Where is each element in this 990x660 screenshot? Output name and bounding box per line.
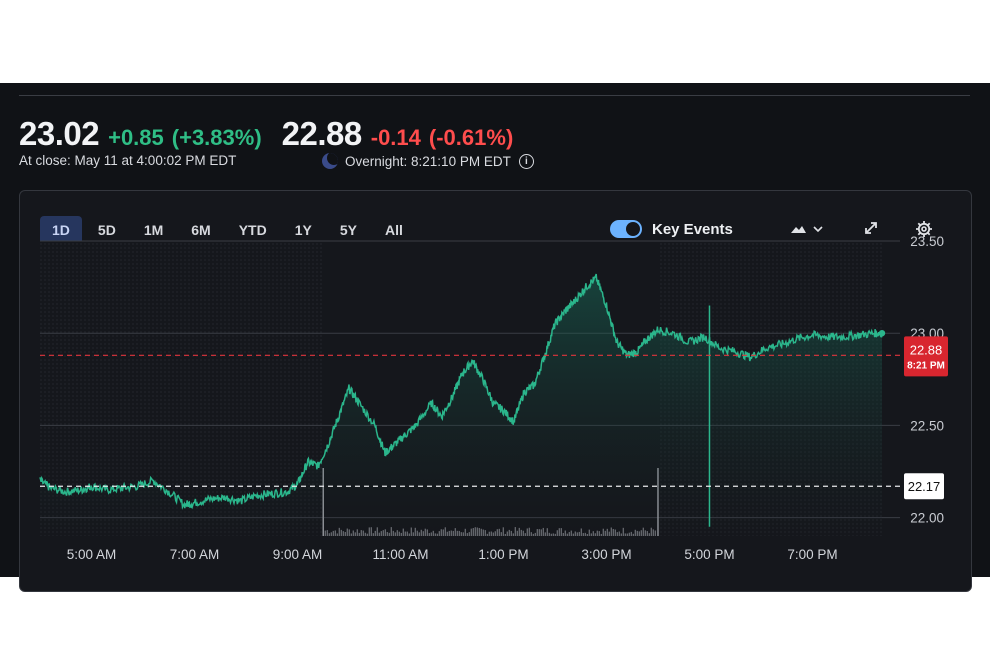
overnight-change: -0.14 — [370, 125, 421, 150]
y-tick-label: 22.50 — [910, 418, 944, 433]
current-time-label: 8:21 PM — [907, 360, 945, 371]
overnight-label: Overnight: 8:21:10 PM EDT — [345, 153, 511, 169]
last-point — [878, 329, 886, 337]
x-tick-label: 5:00 AM — [67, 547, 117, 562]
close-change-percent: (+3.83%) — [171, 125, 262, 150]
y-tick-label: 22.00 — [910, 511, 944, 526]
divider — [19, 95, 970, 96]
overnight-price: 22.88 — [281, 115, 363, 152]
close-change: +0.85 — [108, 125, 164, 150]
price-chart[interactable]: 23.5023.0022.5022.00 5:00 AM 7:00 AM 9:00 … — [20, 191, 971, 591]
x-tick-label: 9:00 AM — [273, 547, 323, 562]
chart-card: 1D 5D 1M 6M YTD 1Y 5Y All Key Events 23.… — [19, 190, 972, 592]
y-tick-label: 23.50 — [910, 234, 944, 249]
previous-close-label: 22.17 — [908, 479, 941, 494]
price-row: 23.02 +0.85 (+3.83%) 22.88 -0.14 (-0.61%… — [19, 115, 513, 153]
overnight-label-row: Overnight: 8:21:10 PM EDT i — [322, 153, 534, 169]
x-tick-label: 1:00 PM — [478, 547, 528, 562]
close-price: 23.02 — [19, 115, 100, 152]
moon-icon — [322, 153, 338, 169]
x-axis-labels: 5:00 AM 7:00 AM 9:00 AM 11:00 AM 1:00 PM 3:00… — [67, 547, 838, 562]
x-tick-label: 7:00 PM — [787, 547, 837, 562]
current-price-label: 22.88 — [910, 342, 943, 357]
x-tick-label: 7:00 AM — [170, 547, 220, 562]
x-tick-label: 5:00 PM — [684, 547, 734, 562]
x-tick-label: 3:00 PM — [581, 547, 631, 562]
quote-panel: 23.02 +0.85 (+3.83%) 22.88 -0.14 (-0.61%… — [0, 83, 990, 592]
info-icon[interactable]: i — [518, 153, 534, 169]
x-tick-label: 11:00 AM — [372, 547, 428, 562]
overnight-change-percent: (-0.61%) — [428, 125, 514, 150]
close-label-row: At close: May 11 at 4:00:02 PM EDT — [19, 153, 236, 168]
close-label: At close: May 11 at 4:00:02 PM EDT — [19, 153, 237, 168]
